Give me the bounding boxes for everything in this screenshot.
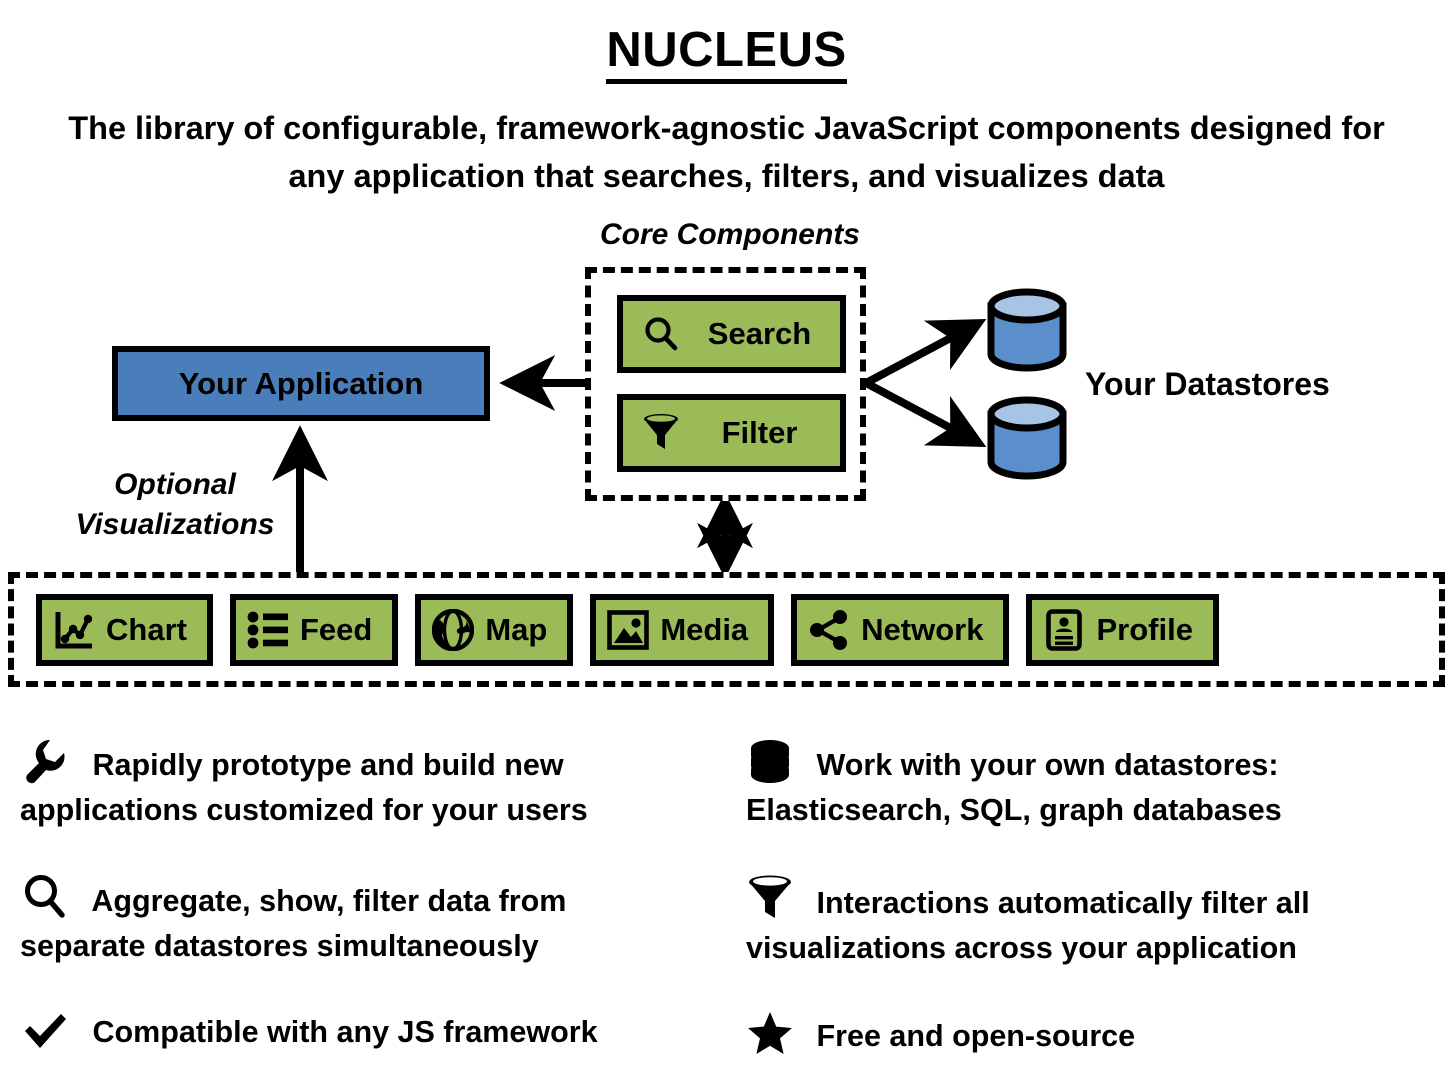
infographic-root: NUCLEUS The library of configurable, fra… [0, 0, 1453, 1084]
feature-item-datastores-line1: Work with your own datastores: [816, 748, 1279, 782]
feature-item-prototype: Rapidly prototype and build new applicat… [20, 737, 720, 833]
visualization-map-button[interactable]: Map [415, 593, 574, 666]
feature-item-datastores: Work with your own datastores: Elasticse… [746, 737, 1446, 833]
id-card-icon [1040, 608, 1088, 651]
wrench-icon [20, 737, 70, 785]
component-search-button[interactable]: Search [617, 295, 846, 373]
feature-item-aggregate: Aggregate, show, filter data from separa… [20, 873, 720, 969]
visualization-chart-button[interactable]: Chart [36, 593, 213, 666]
feature-item-aggregate-line1: Aggregate, show, filter data from [91, 884, 567, 918]
component-filter-button[interactable]: Filter [617, 394, 846, 472]
page-title: NUCLEUS [0, 22, 1453, 84]
feature-item-opensource: Free and open-source [746, 1010, 1446, 1059]
arrow-core-to-datastore-bottom [864, 379, 987, 448]
optional-visualizations-group: Chart Feed Map Media Network Profile [8, 572, 1445, 687]
optional-visualizations-line1: Optional [114, 468, 236, 501]
visualization-network-label: Network [861, 611, 984, 647]
feature-item-interactions-line1: Interactions automatically filter all [816, 886, 1310, 920]
core-components-label: Core Components [599, 218, 860, 251]
visualization-chart-label: Chart [106, 611, 187, 647]
page-subtitle: The library of configurable, framework-a… [68, 110, 1385, 194]
feature-item-interactions: Interactions automatically filter all vi… [746, 873, 1446, 971]
your-datastores-label: Your Datastores [1085, 366, 1330, 402]
your-application-label: Your Application [178, 365, 424, 401]
optional-visualizations-label: Optional Visualizations [45, 465, 305, 545]
line-chart-icon [50, 609, 98, 651]
feature-item-opensource-line1: Free and open-source [816, 1019, 1136, 1053]
star-icon [746, 1010, 794, 1056]
funnel-icon [746, 873, 794, 923]
component-filter-label: Filter [721, 415, 798, 450]
feature-item-compatible-line1: Compatible with any JS framework [92, 1015, 598, 1049]
image-icon [604, 609, 652, 650]
feature-list: Rapidly prototype and build new applicat… [0, 715, 1453, 1084]
checkmark-icon [20, 1010, 70, 1052]
share-network-icon [805, 609, 853, 651]
arrow-core-to-datastore-top [864, 318, 987, 387]
feature-item-compatible: Compatible with any JS framework [20, 1010, 740, 1055]
datastore-cylinder-1 [985, 288, 1069, 372]
magnifier-icon [20, 873, 70, 921]
visualization-profile-button[interactable]: Profile [1026, 593, 1219, 666]
visualization-media-label: Media [660, 611, 749, 647]
feature-item-datastores-line2: Elasticsearch, SQL, graph databases [746, 793, 1282, 827]
optional-visualizations-line2: Visualizations [75, 508, 275, 541]
visualization-profile-label: Profile [1096, 611, 1193, 647]
feature-item-prototype-line2: applications customized for your users [20, 793, 588, 827]
feature-item-interactions-line2: visualizations across your application [746, 931, 1297, 965]
globe-icon [429, 608, 477, 651]
feature-item-prototype-line1: Rapidly prototype and build new [92, 748, 564, 782]
database-stack-icon [746, 737, 794, 785]
core-components-group: Search Filter [585, 267, 866, 501]
visualization-feed-button[interactable]: Feed [229, 593, 399, 666]
visualization-map-label: Map [485, 611, 548, 647]
magnifier-icon [635, 315, 687, 353]
page-title-text: NUCLEUS [606, 23, 847, 84]
visualization-network-button[interactable]: Network [791, 593, 1010, 666]
component-search-label: Search [707, 316, 812, 351]
visualization-media-button[interactable]: Media [590, 593, 775, 666]
visualization-button-row: Chart Feed Map Media Network Profile [14, 578, 1439, 681]
funnel-icon [635, 413, 687, 453]
your-application-box: Your Application [112, 346, 490, 421]
visualization-feed-label: Feed [299, 611, 373, 647]
list-icon [244, 611, 292, 649]
feature-item-aggregate-line2: separate datastores simultaneously [20, 929, 539, 963]
datastore-cylinder-2 [985, 396, 1069, 480]
